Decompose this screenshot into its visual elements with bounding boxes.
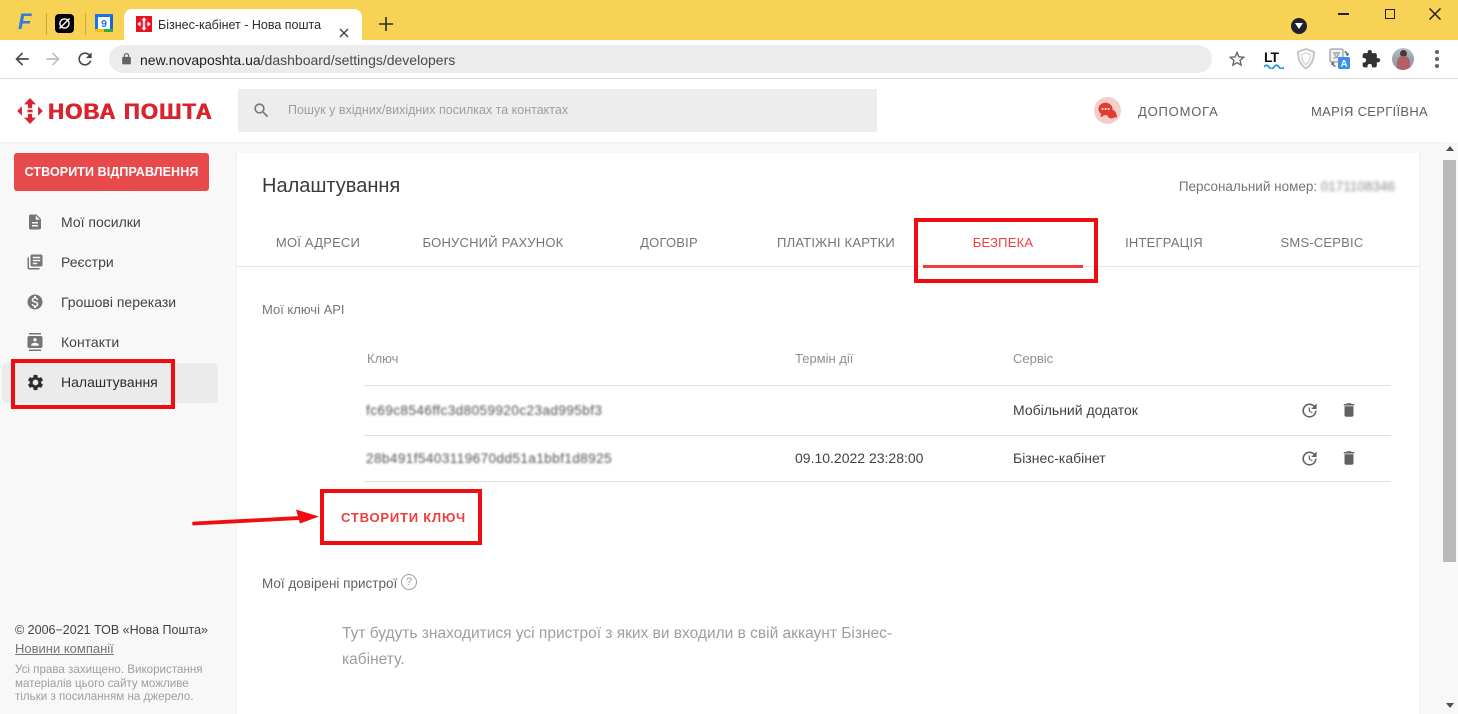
svg-text:9: 9 — [101, 18, 107, 30]
svg-text:A: A — [1341, 59, 1348, 70]
